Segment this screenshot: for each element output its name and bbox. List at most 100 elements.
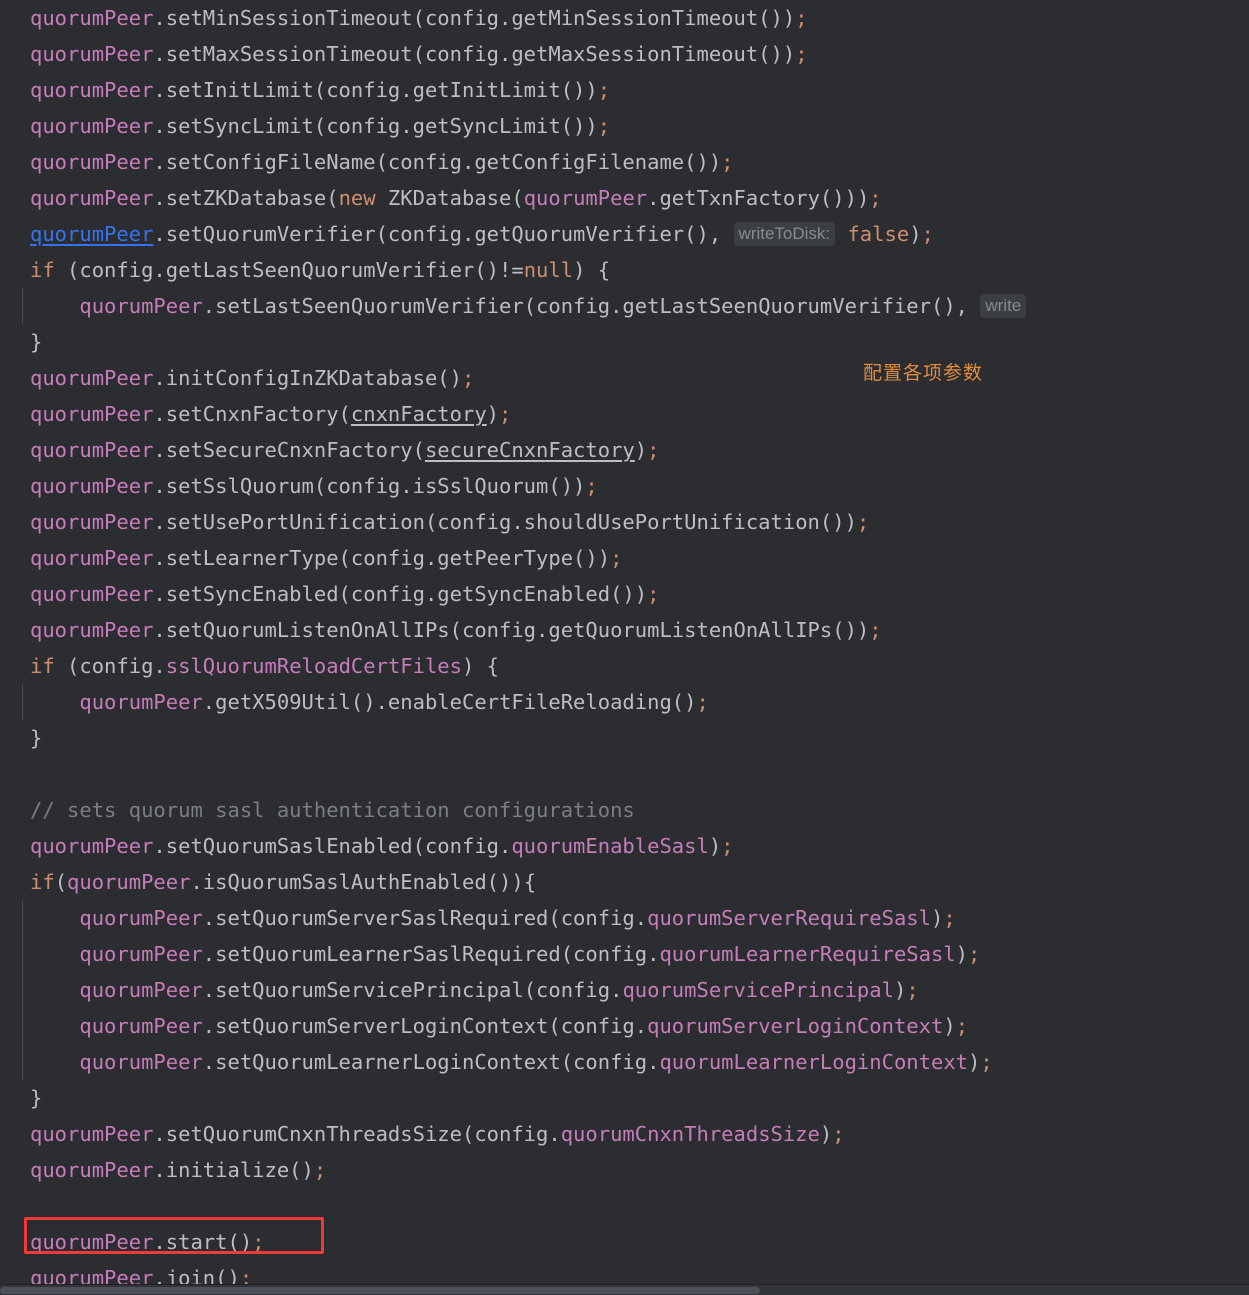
code-line[interactable]: quorumPeer.setQuorumServicePrincipal(con… — [0, 972, 1249, 1008]
code-line[interactable]: if (config.sslQuorumReloadCertFiles) { — [0, 648, 1249, 684]
code-line[interactable]: quorumPeer.setInitLimit(config.getInitLi… — [0, 72, 1249, 108]
indent-guide — [22, 1008, 23, 1044]
token-punct: ( — [54, 870, 68, 894]
token-keyword-false: false — [835, 222, 910, 246]
token-field: quorumPeer — [79, 978, 203, 1002]
token-class: ZKDatabase( — [375, 186, 524, 210]
token-punct: .setQuorumServerLoginContext(config. — [202, 1014, 648, 1038]
code-line[interactable]: quorumPeer.setMinSessionTimeout(config.g… — [0, 0, 1249, 36]
code-line-start-call[interactable]: quorumPeer.start(); — [0, 1224, 1249, 1260]
token-punct: ) — [931, 906, 944, 930]
code-line[interactable]: } — [0, 1080, 1249, 1116]
code-line[interactable]: quorumPeer.setQuorumListenOnAllIPs(confi… — [0, 612, 1249, 648]
token-field: quorumPeer — [30, 1158, 154, 1182]
code-line[interactable]: quorumPeer.setQuorumVerifier(config.getQ… — [0, 216, 1249, 252]
token-punct: .setQuorumServerSaslRequired(config. — [202, 906, 648, 930]
horizontal-scrollbar-track[interactable] — [0, 1284, 1249, 1295]
code-line[interactable]: quorumPeer.setQuorumServerLoginContext(c… — [0, 1008, 1249, 1044]
code-line[interactable]: quorumPeer.setSslQuorum(config.isSslQuor… — [0, 468, 1249, 504]
code-line[interactable]: quorumPeer.setUsePortUnification(config.… — [0, 504, 1249, 540]
token-punct: ) — [819, 1122, 833, 1146]
token-local-var: secureCnxnFactory — [424, 438, 635, 462]
token-field: quorumPeer — [30, 42, 154, 66]
token-semicolon: ; — [721, 834, 734, 858]
code-line[interactable]: quorumPeer.setSyncEnabled(config.getSync… — [0, 576, 1249, 612]
token-punct: ) — [955, 942, 969, 966]
token-field: quorumPeer — [30, 618, 154, 642]
token-punct: .setQuorumLearnerSaslRequired(config. — [202, 942, 660, 966]
code-line[interactable]: quorumPeer.setSecureCnxnFactory(secureCn… — [0, 432, 1249, 468]
token-punct: .isQuorumSaslAuthEnabled()){ — [190, 870, 537, 894]
token-semicolon: ; — [832, 1122, 845, 1146]
token-field: quorumPeer — [79, 1050, 203, 1074]
code-line[interactable]: if(quorumPeer.isQuorumSaslAuthEnabled())… — [0, 864, 1249, 900]
token-field: quorumPeer — [30, 78, 154, 102]
token-field: quorumLearnerRequireSasl — [659, 942, 956, 966]
code-line[interactable]: // sets quorum sasl authentication confi… — [0, 792, 1249, 828]
token-punct: ) — [909, 222, 922, 246]
code-line-blank[interactable] — [0, 756, 1249, 792]
token-punct: .setSyncEnabled(config.getSyncEnabled()) — [153, 582, 648, 606]
code-line[interactable]: quorumPeer.setQuorumLearnerLoginContext(… — [0, 1044, 1249, 1080]
code-line[interactable]: } — [0, 324, 1249, 360]
token-punct: .setZKDatabase( — [153, 186, 339, 210]
token-field: quorumPeer — [30, 1122, 154, 1146]
token-field: quorumPeer — [30, 510, 154, 534]
token-punct: ) { — [462, 654, 500, 678]
code-line[interactable]: quorumPeer.setLearnerType(config.getPeer… — [0, 540, 1249, 576]
token-field: quorumLearnerLoginContext — [659, 1050, 969, 1074]
indent-guide — [22, 900, 23, 936]
token-semicolon: ; — [856, 510, 870, 534]
token-punct: (config. — [54, 654, 166, 678]
token-field: quorumPeer — [79, 690, 203, 714]
code-line[interactable]: quorumPeer.setQuorumServerSaslRequired(c… — [0, 900, 1249, 936]
code-line[interactable]: quorumPeer.setQuorumLearnerSaslRequired(… — [0, 936, 1249, 972]
token-semicolon: ; — [980, 1050, 993, 1074]
token-field: quorumPeer — [30, 474, 154, 498]
code-line[interactable]: if (config.getLastSeenQuorumVerifier()!=… — [0, 252, 1249, 288]
token-punct: .setMaxSessionTimeout(config.getMaxSessi… — [153, 42, 796, 66]
horizontal-scrollbar-thumb[interactable] — [0, 1287, 760, 1294]
token-punct: ) — [968, 1050, 981, 1074]
code-line[interactable]: quorumPeer.getX509Util().enableCertFileR… — [0, 684, 1249, 720]
token-field: quorumPeer — [79, 942, 203, 966]
token-punct: ) — [486, 402, 500, 426]
token-keyword-null: null — [523, 258, 574, 282]
token-semicolon: ; — [461, 366, 475, 390]
code-line[interactable]: quorumPeer.setZKDatabase(new ZKDatabase(… — [0, 180, 1249, 216]
token-punct: .setQuorumVerifier(config.getQuorumVerif… — [153, 222, 734, 246]
token-semicolon: ; — [795, 42, 808, 66]
token-punct: .setMinSessionTimeout(config.getMinSessi… — [153, 6, 796, 30]
token-field: quorumPeer — [30, 186, 154, 210]
code-line[interactable]: quorumPeer.setMaxSessionTimeout(config.g… — [0, 36, 1249, 72]
token-punct: .initialize() — [153, 1158, 314, 1182]
token-field: sslQuorumReloadCertFiles — [165, 654, 462, 678]
code-line[interactable]: quorumPeer.initialize(); — [0, 1152, 1249, 1188]
code-line[interactable]: quorumPeer.setLastSeenQuorumVerifier(con… — [0, 288, 1249, 324]
code-line[interactable]: quorumPeer.setSyncLimit(config.getSyncLi… — [0, 108, 1249, 144]
token-field: quorumPeer — [30, 402, 154, 426]
token-semicolon: ; — [906, 978, 919, 1002]
inlay-hint-writetodisk[interactable]: writeToDisk: — [733, 222, 836, 246]
token-semicolon: ; — [597, 114, 611, 138]
code-line[interactable]: quorumPeer.setQuorumCnxnThreadsSize(conf… — [0, 1116, 1249, 1152]
token-semicolon: ; — [869, 186, 882, 210]
identifier-highlight-link[interactable]: quorumPeer — [30, 222, 153, 246]
code-lines-container[interactable]: quorumPeer .setMinSessionTimeout(config.g… — [0, 0, 1249, 1295]
code-line[interactable]: } — [0, 720, 1249, 756]
code-line-blank[interactable] — [0, 1188, 1249, 1224]
code-line[interactable]: quorumPeer.setQuorumSaslEnabled(config.q… — [0, 828, 1249, 864]
token-semicolon: ; — [955, 1014, 969, 1038]
inlay-hint-writetodisk-truncated[interactable]: write — [980, 294, 1027, 318]
code-editor[interactable]: quorumPeer .setMinSessionTimeout(config.g… — [0, 0, 1249, 1295]
token-punct: ) — [893, 978, 907, 1002]
code-line[interactable]: quorumPeer.setCnxnFactory(cnxnFactory); — [0, 396, 1249, 432]
token-brace: } — [30, 330, 43, 354]
token-semicolon: ; — [499, 402, 512, 426]
indent-guide — [22, 288, 23, 324]
code-line[interactable]: quorumPeer.setConfigFileName(config.getC… — [0, 144, 1249, 180]
token-semicolon: ; — [647, 582, 660, 606]
code-line[interactable]: quorumPeer.initConfigInZKDatabase(); — [0, 360, 1249, 396]
